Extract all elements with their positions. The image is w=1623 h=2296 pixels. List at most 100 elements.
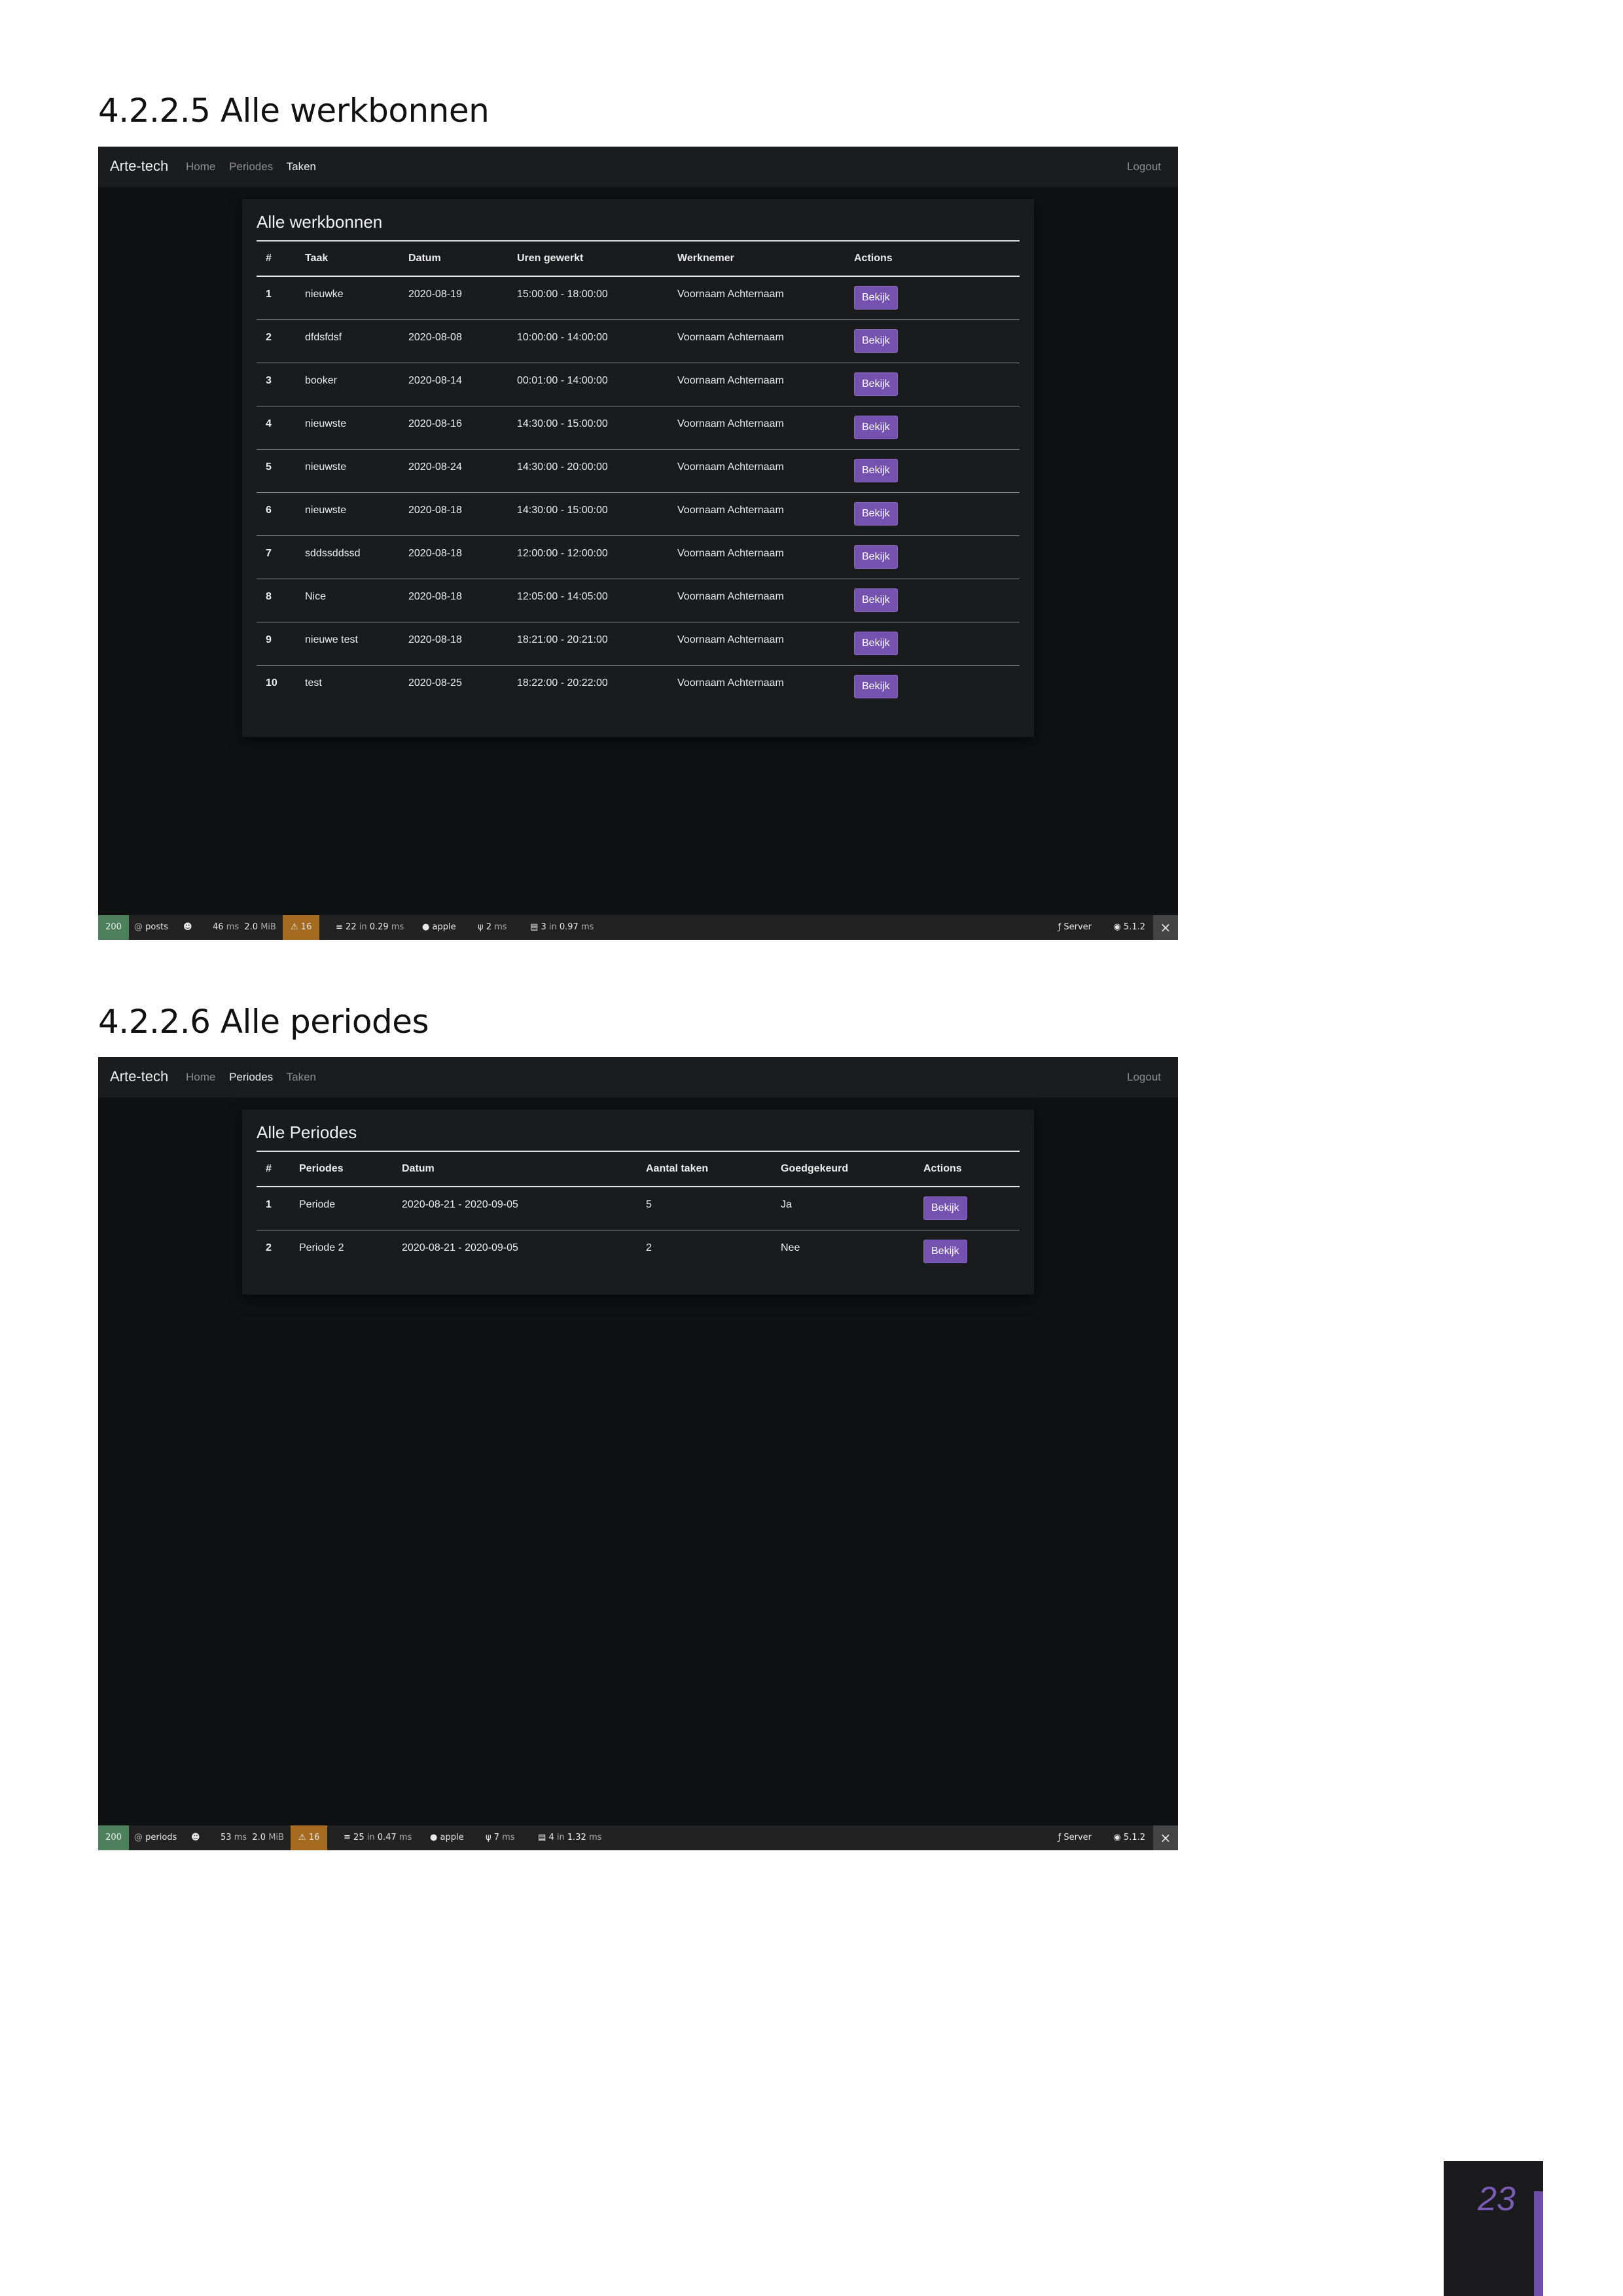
close-toolbar-button[interactable]: × bbox=[1153, 915, 1178, 940]
table-cell: nieuwste bbox=[305, 461, 347, 473]
table-header: # Taak Datum Uren gewerkt Werknemer Acti… bbox=[257, 242, 1020, 277]
table-cell-wrap: Bekijk bbox=[845, 535, 1020, 579]
bekijk-button[interactable]: Bekijk bbox=[854, 459, 898, 482]
table-cell: 18:22:00 - 20:22:00 bbox=[517, 677, 608, 689]
table-row: 8 Nice 2020-08-18 12:05:00 - 14:05:00 Voorna… bbox=[257, 579, 1020, 622]
warning-badge[interactable]: ⚠ 16 bbox=[283, 915, 320, 940]
table-cell: 2 bbox=[266, 1242, 272, 1253]
version-item[interactable]: ◉ 5.1.2 bbox=[1113, 1825, 1145, 1850]
nav-home[interactable]: Home bbox=[186, 160, 215, 173]
bekijk-button[interactable]: Bekijk bbox=[854, 416, 898, 439]
twig-icon: ψ bbox=[478, 922, 484, 932]
table-cell: 14:30:00 - 15:00:00 bbox=[517, 505, 608, 516]
table-cell-wrap: 6 bbox=[257, 492, 296, 536]
table-row: 9 nieuwe test 2020-08-18 18:21:00 - 20:21:0… bbox=[257, 622, 1020, 666]
table-cell-wrap: Voornaam Achternaam bbox=[668, 363, 845, 406]
brand-link[interactable]: Arte-tech bbox=[110, 158, 168, 175]
logout-link[interactable]: Logout bbox=[1127, 160, 1161, 173]
page-number: 23 bbox=[1478, 2180, 1516, 2218]
col-header: # bbox=[257, 242, 296, 277]
bekijk-button[interactable]: Bekijk bbox=[854, 588, 898, 612]
table-cell: 15:00:00 - 18:00:00 bbox=[517, 289, 608, 300]
table-cell-wrap: 5 bbox=[637, 1187, 772, 1230]
bekijk-button[interactable]: Bekijk bbox=[923, 1240, 967, 1263]
memory-unit: MiB bbox=[268, 1833, 284, 1842]
nav-links: Home Periodes Taken bbox=[186, 1071, 327, 1084]
bekijk-button[interactable]: Bekijk bbox=[854, 675, 898, 698]
bekijk-button[interactable]: Bekijk bbox=[854, 502, 898, 526]
twig-item[interactable]: ψ 7 ms bbox=[486, 1825, 515, 1850]
bekijk-button[interactable]: Bekijk bbox=[854, 632, 898, 655]
table-cell: 2020-08-25 bbox=[408, 677, 462, 689]
cache-unit: ms bbox=[588, 1833, 602, 1842]
bekijk-button[interactable]: Bekijk bbox=[854, 372, 898, 396]
table-cell-wrap: 2 bbox=[257, 1230, 290, 1274]
table-cell-wrap: dfdsfdsf bbox=[296, 319, 399, 363]
user-item[interactable]: ● apple bbox=[422, 915, 456, 940]
close-toolbar-button[interactable]: × bbox=[1153, 1825, 1178, 1850]
table-cell-wrap: Bekijk bbox=[914, 1230, 1020, 1274]
time-item[interactable]: 46 ms 2.0 MiB bbox=[213, 915, 276, 940]
bekijk-button[interactable]: Bekijk bbox=[923, 1196, 967, 1220]
table-cell: Voornaam Achternaam bbox=[677, 505, 784, 516]
table-cell: 2020-08-14 bbox=[408, 375, 462, 386]
bekijk-button[interactable]: Bekijk bbox=[854, 329, 898, 353]
symfony-icon: ƒ bbox=[1058, 922, 1061, 932]
server-label: Server bbox=[1063, 1833, 1092, 1842]
table-cell: 2020-08-24 bbox=[408, 461, 462, 473]
table-cell-wrap: 14:30:00 - 15:00:00 bbox=[508, 492, 668, 536]
bekijk-button[interactable]: Bekijk bbox=[854, 545, 898, 569]
table-cell: 5 bbox=[646, 1199, 652, 1210]
table-cell: Voornaam Achternaam bbox=[677, 634, 784, 645]
table-cell-wrap: sddssddssd bbox=[296, 535, 399, 579]
table-cell-wrap: Voornaam Achternaam bbox=[668, 535, 845, 579]
table-cell-wrap: 1 bbox=[257, 1187, 290, 1230]
symfony-icon: ƒ bbox=[1058, 1833, 1061, 1842]
route-item[interactable]: @ posts bbox=[134, 915, 168, 940]
nav-periodes[interactable]: Periodes bbox=[229, 160, 273, 173]
nav-taken[interactable]: Taken bbox=[287, 1071, 316, 1083]
col-header: Datum bbox=[393, 1152, 637, 1187]
cache-item[interactable]: ▤ 4 in 1.32 ms bbox=[538, 1825, 601, 1850]
server-item[interactable]: ƒ Server bbox=[1058, 915, 1092, 940]
bekijk-button[interactable]: Bekijk bbox=[854, 286, 898, 310]
request-icon[interactable]: ☻ bbox=[183, 915, 192, 940]
server-item[interactable]: ƒ Server bbox=[1058, 1825, 1092, 1850]
warning-badge[interactable]: ⚠ 16 bbox=[291, 1825, 328, 1850]
table-cell: Ja bbox=[781, 1199, 792, 1210]
db-item[interactable]: ≡ 22 in 0.29 ms bbox=[336, 915, 404, 940]
table-cell: 2020-08-18 bbox=[408, 505, 462, 516]
brand-link[interactable]: Arte-tech bbox=[110, 1068, 168, 1085]
table-cell-wrap: 8 bbox=[257, 579, 296, 622]
table-cell-wrap: 2020-08-21 - 2020-09-05 bbox=[393, 1230, 637, 1274]
user-item[interactable]: ● apple bbox=[430, 1825, 464, 1850]
table-cell-wrap: 2020-08-08 bbox=[399, 319, 508, 363]
route-item[interactable]: @ periods bbox=[134, 1825, 177, 1850]
table-cell: 14:30:00 - 15:00:00 bbox=[517, 418, 608, 429]
nav-periodes[interactable]: Periodes bbox=[229, 1071, 273, 1083]
table-cell-wrap: Voornaam Achternaam bbox=[668, 406, 845, 450]
status-badge[interactable]: 200 bbox=[98, 915, 129, 940]
time-item[interactable]: 53 ms 2.0 MiB bbox=[221, 1825, 284, 1850]
table-cell: 10 bbox=[266, 677, 277, 689]
nav-home[interactable]: Home bbox=[186, 1071, 215, 1083]
table-row: 6 nieuwste 2020-08-18 14:30:00 - 15:00:00 Vo… bbox=[257, 492, 1020, 536]
table-cell-wrap: Ja bbox=[772, 1187, 914, 1230]
cache-item[interactable]: ▤ 3 in 0.97 ms bbox=[530, 915, 594, 940]
table-cell: 2020-08-18 bbox=[408, 548, 462, 559]
warning-count: 16 bbox=[300, 922, 312, 932]
version-item[interactable]: ◉ 5.1.2 bbox=[1113, 915, 1145, 940]
status-badge[interactable]: 200 bbox=[98, 1825, 129, 1850]
warning-icon: ⚠ bbox=[298, 1833, 306, 1842]
logout-link[interactable]: Logout bbox=[1127, 1071, 1161, 1084]
request-icon[interactable]: ☻ bbox=[191, 1825, 200, 1850]
table-cell-wrap: 5 bbox=[257, 449, 296, 493]
twig-item[interactable]: ψ 2 ms bbox=[478, 915, 507, 940]
table-row: 2 dfdsfdsf 2020-08-08 10:00:00 - 14:00:00 Vo… bbox=[257, 319, 1020, 363]
nav-taken[interactable]: Taken bbox=[287, 160, 316, 173]
table-cell: 2020-08-18 bbox=[408, 634, 462, 645]
db-in: in bbox=[359, 922, 367, 932]
table-cell-wrap: Voornaam Achternaam bbox=[668, 449, 845, 493]
db-item[interactable]: ≡ 25 in 0.47 ms bbox=[344, 1825, 412, 1850]
table-cell-wrap: 10 bbox=[257, 666, 296, 709]
